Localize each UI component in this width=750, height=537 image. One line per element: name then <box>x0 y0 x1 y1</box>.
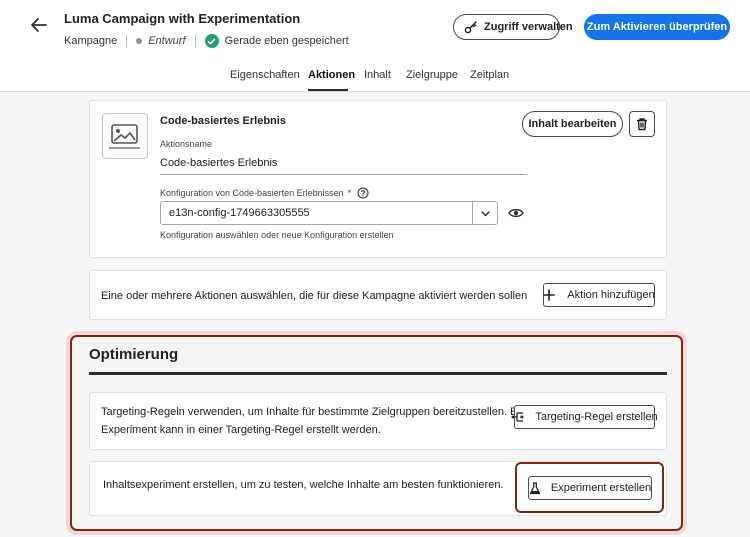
optimization-divider <box>89 372 667 375</box>
active-tab-indicator <box>308 89 348 91</box>
required-marker: * <box>347 188 352 198</box>
beaker-icon <box>529 481 547 495</box>
divider <box>126 35 128 47</box>
tab-inhalt[interactable]: Inhalt <box>364 69 391 81</box>
action-name-field[interactable]: Code-basiertes Erlebnis <box>160 157 277 169</box>
chevron-down-icon[interactable] <box>472 202 497 224</box>
status-badge: Entwurf <box>148 35 186 47</box>
config-help-text: Konfiguration auswählen oder neue Konfig… <box>160 230 394 240</box>
edit-content-button[interactable]: Inhalt bearbeiten <box>522 111 623 137</box>
config-label: Konfiguration von Code-basierten Erlebni… <box>160 188 344 198</box>
tab-zielgruppe[interactable]: Zielgruppe <box>406 69 458 81</box>
create-targeting-rule-label: Targeting-Regel erstellen <box>535 411 658 423</box>
tab-eigenschaften[interactable]: Eigenschaften <box>230 69 300 81</box>
manage-access-button[interactable]: Zugriff verwalten <box>453 14 573 40</box>
campaign-title: Luma Campaign with Experimentation <box>64 11 301 26</box>
optimization-title: Optimierung <box>89 346 179 363</box>
help-icon[interactable] <box>357 187 369 199</box>
add-action-button[interactable]: Aktion hinzufügen <box>543 283 655 307</box>
campaign-meta: Kampagne Entwurf Gerade eben gespeichert <box>64 34 349 48</box>
tab-zeitplan[interactable]: Zeitplan <box>470 69 509 81</box>
delete-action-button[interactable] <box>629 111 655 137</box>
config-select[interactable]: e13n-config-1749663305555 <box>160 201 498 225</box>
action-name-label: Aktionsname <box>160 139 213 149</box>
add-action-description: Eine oder mehrere Aktionen auswählen, di… <box>101 290 528 302</box>
targeting-rule-icon <box>511 411 531 423</box>
create-targeting-rule-button[interactable]: Targeting-Regel erstellen <box>511 405 658 429</box>
review-to-activate-button[interactable]: Zum Aktivieren überprüfen <box>584 14 730 40</box>
preview-eye-icon[interactable] <box>508 206 524 220</box>
action-name-underline <box>160 174 527 175</box>
tab-bar: Eigenschaften Aktionen Inhalt Zielgruppe… <box>0 60 750 92</box>
tab-aktionen[interactable]: Aktionen <box>308 69 355 81</box>
campaign-type: Kampagne <box>64 35 118 47</box>
add-action-label: Aktion hinzufügen <box>567 289 655 301</box>
plus-icon <box>543 289 561 301</box>
create-experiment-button[interactable]: Experiment erstellen <box>528 476 652 500</box>
status-dot-icon <box>136 38 143 44</box>
key-icon <box>464 20 478 34</box>
trash-icon <box>635 117 649 131</box>
experiment-text: Inhaltsexperiment erstellen, um zu teste… <box>103 479 504 491</box>
checkmark-circle-icon <box>204 34 219 48</box>
config-select-value: e13n-config-1749663305555 <box>169 207 310 219</box>
save-status: Gerade eben gespeichert <box>224 35 349 47</box>
targeting-text-line1: Targeting-Regeln verwenden, um Inhalte f… <box>101 406 526 418</box>
manage-access-label: Zugriff verwalten <box>484 21 573 33</box>
back-arrow-icon[interactable] <box>28 14 50 36</box>
targeting-text-line2: Experiment kann in einer Targeting-Regel… <box>101 424 381 436</box>
top-bar: Luma Campaign with Experimentation Kampa… <box>0 0 750 92</box>
action-card-title: Code-basiertes Erlebnis <box>160 115 286 127</box>
divider <box>194 35 196 47</box>
create-experiment-label: Experiment erstellen <box>550 482 652 494</box>
code-based-experience-icon <box>102 113 148 159</box>
config-label-row: Konfiguration von Code-basierten Erlebni… <box>160 187 369 199</box>
